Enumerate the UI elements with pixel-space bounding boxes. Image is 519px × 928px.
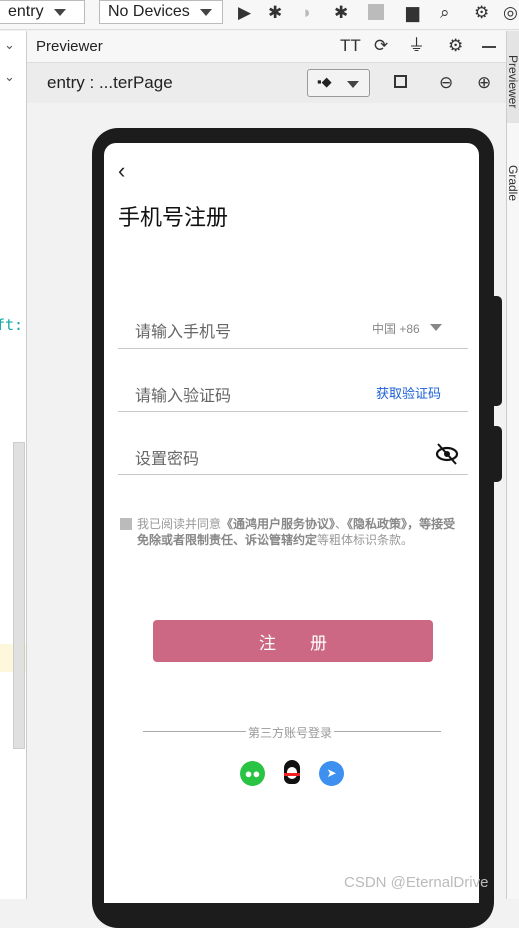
settings-icon[interactable]: ⚙ bbox=[474, 2, 489, 24]
code-text: ft: bbox=[0, 316, 24, 334]
eye-off-icon[interactable] bbox=[435, 443, 459, 465]
previewer-header: Previewer TT ⟳ ⏚ ⚙ bbox=[27, 31, 506, 63]
scrollbar[interactable] bbox=[13, 442, 25, 749]
register-label: 注 册 bbox=[259, 633, 327, 653]
editor-gutter: ⌄ ⌄ ft: bbox=[0, 31, 27, 899]
stop-icon[interactable] bbox=[368, 4, 384, 20]
device-side-button bbox=[493, 426, 502, 482]
code-input[interactable]: 请输入验证码 bbox=[135, 382, 231, 406]
module-label: entry bbox=[8, 3, 44, 20]
minimize-icon[interactable] bbox=[482, 46, 496, 48]
chevron-down-icon[interactable]: ⌄ bbox=[4, 37, 15, 53]
tab-previewer[interactable]: Previewer bbox=[506, 31, 519, 123]
divider bbox=[118, 411, 468, 412]
font-size-icon[interactable]: TT bbox=[340, 35, 361, 57]
watermark: CSDN @EternalDrive bbox=[344, 874, 489, 891]
plug-icon[interactable]: ⏚ bbox=[408, 35, 425, 57]
run-icon[interactable]: ▶ bbox=[238, 2, 251, 24]
tab-gradle[interactable]: Gradle bbox=[506, 143, 519, 223]
back-icon[interactable]: ‹ bbox=[118, 158, 125, 184]
chevron-down-icon[interactable]: ⌄ bbox=[4, 69, 15, 85]
divider bbox=[118, 348, 468, 349]
divider bbox=[118, 474, 468, 475]
zoom-out-icon[interactable]: ⊖ bbox=[439, 72, 453, 94]
service-agreement-link[interactable]: 《通鸿用户服务协议》 bbox=[221, 517, 335, 531]
right-tool-strip: Previewer Gradle bbox=[506, 31, 519, 899]
rotate-icon[interactable] bbox=[394, 75, 407, 88]
agree-text: 等粗体标识条款。 bbox=[317, 533, 414, 547]
password-input[interactable]: 设置密码 bbox=[135, 445, 199, 469]
chevron-down-icon bbox=[199, 8, 212, 16]
country-code-select[interactable]: 中国 +86 bbox=[372, 320, 420, 337]
previewer-subtoolbar: entry : ...terPage ▪◆ ⊖ ⊕ bbox=[27, 63, 506, 103]
layout-icon: ▪◆ bbox=[317, 74, 332, 89]
privacy-policy-link[interactable]: 《隐私政策》 bbox=[347, 517, 407, 531]
dropdown-icon bbox=[347, 81, 359, 88]
device-label: No Devices bbox=[108, 3, 190, 20]
third-party-label: 第三方账号登录 bbox=[246, 724, 335, 741]
account-icon[interactable]: ◎ bbox=[503, 2, 518, 24]
agreement-text: 我已阅读并同意《通鸿用户服务协议》、《隐私政策》，等接受免除或者限制责任、诉讼管… bbox=[137, 516, 463, 548]
module-select[interactable]: entry bbox=[0, 0, 85, 24]
page-title: 手机号注册 bbox=[118, 205, 229, 230]
project-structure-icon[interactable]: ▆ bbox=[406, 2, 419, 24]
tab-gradle-label: Gradle bbox=[506, 165, 519, 202]
dingtalk-icon[interactable]: ➤ bbox=[319, 761, 344, 786]
wechat-icon[interactable]: ●● bbox=[240, 761, 265, 786]
register-button[interactable]: 注 册 bbox=[153, 620, 433, 662]
phone-input[interactable]: 请输入手机号 bbox=[135, 318, 231, 342]
chevron-down-icon bbox=[430, 324, 442, 331]
chevron-down-icon bbox=[53, 8, 66, 16]
profile-icon[interactable]: ✱ bbox=[334, 2, 348, 24]
page-selector[interactable]: entry : ...terPage bbox=[47, 73, 173, 93]
tab-previewer-label: Previewer bbox=[506, 55, 519, 109]
agree-text: 、 bbox=[335, 517, 348, 531]
debug-icon[interactable]: ✱ bbox=[268, 2, 282, 24]
attach-icon[interactable]: ◗ bbox=[302, 2, 312, 24]
settings-icon[interactable]: ⚙ bbox=[448, 35, 463, 57]
agree-checkbox[interactable] bbox=[120, 518, 132, 530]
layout-select[interactable]: ▪◆ bbox=[307, 69, 370, 97]
agree-text: 我已阅读并同意 bbox=[137, 517, 222, 531]
get-code-link[interactable]: 获取验证码 bbox=[376, 383, 441, 402]
device-select[interactable]: No Devices bbox=[99, 0, 223, 24]
agree-text: ，等 bbox=[407, 517, 432, 531]
main-toolbar: entry No Devices ▶ ✱ ◗ ✱ ▆ ⌕ ⚙ ◎ bbox=[0, 0, 519, 30]
refresh-icon[interactable]: ⟳ bbox=[374, 35, 388, 57]
device-side-button bbox=[493, 296, 502, 406]
search-icon[interactable]: ⌕ bbox=[440, 2, 450, 24]
previewer-title: Previewer bbox=[36, 38, 103, 55]
qq-icon[interactable] bbox=[281, 760, 303, 786]
zoom-in-icon[interactable]: ⊕ bbox=[477, 72, 491, 94]
